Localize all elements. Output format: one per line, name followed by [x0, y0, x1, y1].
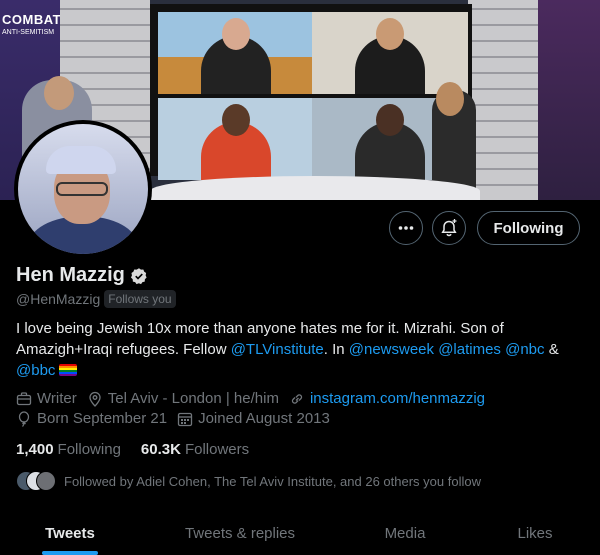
banner-video-wall	[150, 4, 472, 180]
birthday-item: Born September 21	[16, 410, 167, 427]
profile-avatar[interactable]	[14, 120, 152, 258]
profession-text: Writer	[37, 390, 77, 407]
balloon-icon	[18, 410, 30, 427]
tab-media[interactable]: Media	[340, 505, 470, 555]
tab-likes[interactable]: Likes	[470, 505, 600, 555]
notifications-button[interactable]	[432, 211, 466, 245]
banner-desk	[150, 176, 480, 200]
profile-meta-row: Born September 21 Joined August 2013	[16, 410, 340, 427]
video-tile	[158, 98, 314, 180]
followers-stat-label: Followers	[184, 441, 250, 458]
follows-you-badge: Follows you	[104, 290, 176, 308]
bio-mention-link[interactable]: @bbc	[16, 362, 55, 379]
profile-meta-row: Writer Tel Aviv - London | he/him instag…	[16, 390, 495, 407]
profile-handle-row: @HenMazzig Follows you	[16, 290, 176, 308]
calendar-icon	[177, 412, 193, 426]
tab-tweets[interactable]: Tweets	[0, 505, 140, 555]
followers-you-know-avatars	[16, 471, 56, 491]
notification-bell-icon	[441, 219, 457, 237]
rainbow-flag-icon	[59, 364, 78, 376]
location-pin-icon	[89, 391, 101, 407]
video-tile	[158, 12, 314, 94]
bio-text: . In	[323, 341, 349, 358]
tab-tweets-and-replies[interactable]: Tweets & replies	[140, 505, 340, 555]
followed-by-row[interactable]: Followed by Adiel Cohen, The Tel Aviv In…	[16, 471, 481, 491]
profile-handle: @HenMazzig	[16, 291, 101, 307]
bio-text: &	[544, 341, 559, 358]
following-stat-label: Following	[57, 441, 121, 458]
tab-label: Likes	[517, 525, 553, 542]
following-button[interactable]: Following	[477, 211, 580, 245]
profile-tabs: Tweets Tweets & replies Media Likes	[0, 505, 600, 555]
video-tile	[312, 12, 468, 94]
bio-mention-link[interactable]: @nbc	[505, 341, 544, 358]
more-icon	[398, 226, 414, 230]
birthday-text: Born September 21	[37, 410, 168, 427]
followers-count: 60.3K	[140, 441, 181, 458]
more-button[interactable]	[389, 211, 423, 245]
profile-bio: I love being Jewish 10x more than anyone…	[16, 318, 576, 381]
avatar	[36, 471, 56, 491]
profile-name-row: Hen Mazzig	[16, 264, 148, 287]
followers-stat[interactable]: 60.3K Followers	[141, 441, 249, 458]
bio-mention-link[interactable]: @newsweek	[349, 341, 434, 358]
following-count: 1,400	[16, 441, 54, 458]
profession-item: Writer	[16, 390, 77, 407]
banner-wall-right	[538, 0, 600, 200]
website-item[interactable]: instagram.com/henmazzig	[289, 390, 485, 407]
bio-mention-link[interactable]: @TLVinstitute	[231, 341, 324, 358]
joined-text: Joined August 2013	[198, 410, 330, 427]
profile-name: Hen Mazzig	[16, 264, 125, 286]
link-icon	[291, 393, 303, 404]
active-tab-indicator	[42, 551, 98, 555]
tab-label: Tweets	[45, 525, 95, 542]
tab-label: Media	[384, 525, 426, 542]
following-stat[interactable]: 1,400 Following	[16, 441, 121, 458]
bio-mention-link[interactable]: @latimes	[438, 341, 501, 358]
joined-item: Joined August 2013	[177, 410, 330, 427]
banner-brick-wall	[468, 0, 538, 200]
banner-logo-text: COMBAT	[2, 12, 62, 27]
website-link[interactable]: instagram.com/henmazzig	[310, 390, 485, 407]
verified-badge-icon	[130, 267, 147, 284]
banner-logo-subtext: ANTI-SEMITISM	[2, 29, 55, 36]
tab-label: Tweets & replies	[184, 525, 296, 542]
followed-by-text: Followed by Adiel Cohen, The Tel Aviv In…	[64, 473, 481, 489]
profile-stats: 1,400 Following 60.3K Followers	[16, 441, 269, 458]
location-text: Tel Aviv - London | he/him	[107, 390, 279, 407]
briefcase-icon	[16, 391, 32, 405]
location-item: Tel Aviv - London | he/him	[87, 390, 279, 407]
